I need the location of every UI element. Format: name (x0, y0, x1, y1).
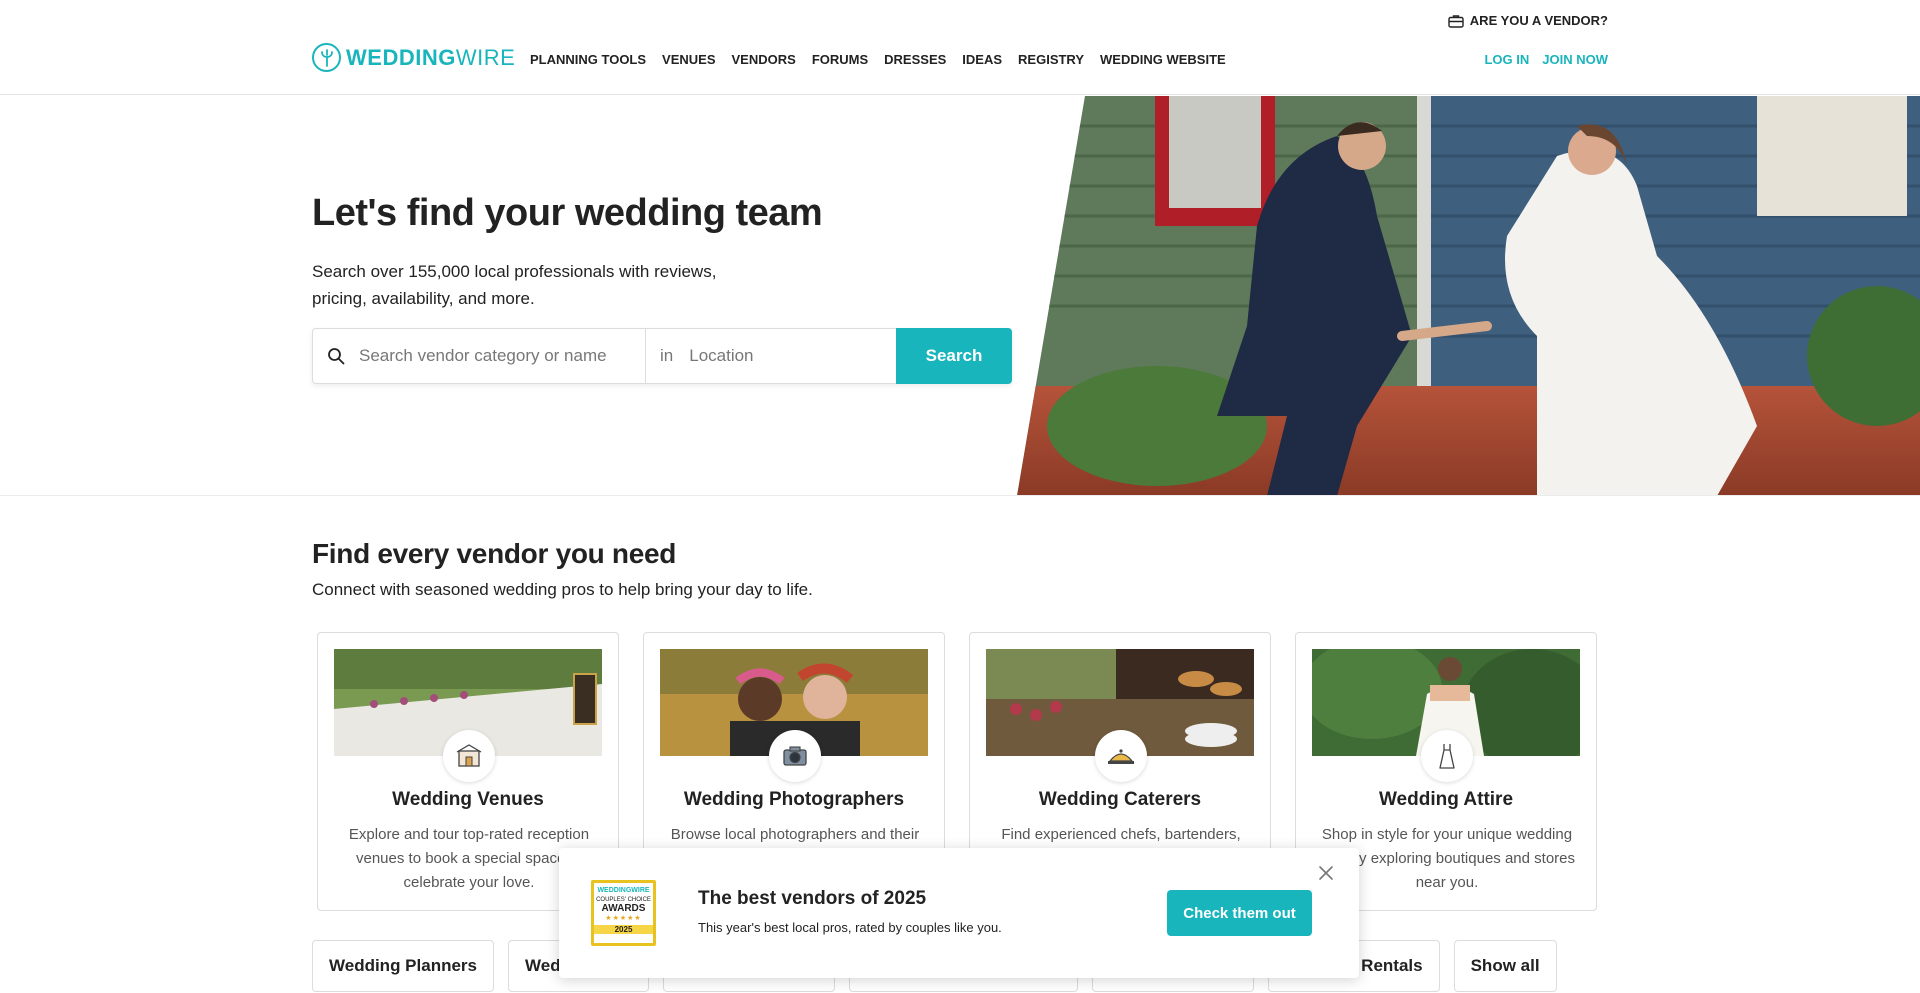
search-icon (328, 348, 345, 365)
nav-registry[interactable]: REGISTRY (1018, 52, 1084, 67)
venue-icon (443, 730, 495, 782)
card-title: Wedding Venues (392, 789, 544, 810)
vendor-link-label: ARE YOU A VENDOR? (1469, 13, 1608, 28)
card-description: Find experienced chefs, bartenders, (1001, 826, 1241, 843)
join-link[interactable]: JOIN NOW (1542, 52, 1608, 67)
in-label: in (660, 346, 674, 365)
nav-wedding-website[interactable]: WEDDING WEBSITE (1100, 52, 1226, 67)
nav-planning-tools[interactable]: PLANNING TOOLS (530, 52, 646, 67)
card-title: Wedding Caterers (1038, 789, 1202, 810)
main-nav: PLANNING TOOLS VENUES VENDORS FORUMS DRE… (530, 52, 1226, 67)
nav-dresses[interactable]: DRESSES (884, 52, 946, 67)
hero: Let's find your wedding team Search over… (0, 96, 1920, 496)
logo[interactable]: WEDDINGWIRE (312, 43, 515, 72)
nav-vendors[interactable]: VENDORS (732, 52, 796, 67)
location-input[interactable] (689, 346, 911, 366)
card-description: Browse local photographers and their (670, 826, 920, 843)
dress-icon (1421, 730, 1473, 782)
awards-popup: WEDDINGWIRE COUPLES' CHOICE AWARDS ★★★★★… (559, 848, 1359, 978)
nav-forums[interactable]: FORUMS (812, 52, 868, 67)
site-header: ARE YOU A VENDOR? WEDDINGWIRE PLANNING T… (0, 0, 1920, 95)
nav-ideas[interactable]: IDEAS (962, 52, 1002, 67)
catering-icon (1095, 730, 1147, 782)
login-link[interactable]: LOG IN (1484, 52, 1529, 67)
search-button[interactable]: Search (896, 328, 1012, 384)
location-search: in (646, 329, 911, 383)
badge-line2: AWARDS (601, 903, 646, 914)
briefcase-icon (1448, 14, 1464, 28)
badge-brand: WEDDINGWIRE (597, 887, 650, 894)
category-input[interactable] (359, 346, 619, 366)
nav-venues[interactable]: VENUES (662, 52, 715, 67)
hero-subtitle: Search over 155,000 local professionals … (312, 262, 717, 308)
category-search (313, 329, 646, 383)
chip-show-all[interactable]: Show all (1453, 940, 1557, 992)
hero-title: Let's find your wedding team (312, 192, 823, 234)
popup-subtitle: This year's best local pros, rated by co… (698, 920, 1002, 935)
vendor-search-bar: in Search (312, 328, 1012, 384)
card-title: Wedding Photographers (683, 789, 905, 810)
auth-links: LOG IN JOIN NOW (1484, 52, 1608, 67)
camera-icon (769, 730, 821, 782)
popup-title: The best vendors of 2025 (698, 888, 927, 909)
check-them-out-button[interactable]: Check them out (1167, 890, 1312, 936)
badge-year: 2025 (594, 925, 653, 934)
close-icon[interactable] (1317, 864, 1335, 882)
logo-icon (312, 43, 341, 72)
section-title: Find every vendor you need (312, 538, 677, 569)
section-subtitle: Connect with seasoned wedding pros to he… (312, 580, 813, 599)
hero-image (1017, 96, 1920, 495)
awards-badge: WEDDINGWIRE COUPLES' CHOICE AWARDS ★★★★★… (591, 880, 656, 946)
stars-icon: ★★★★★ (605, 915, 642, 922)
vendor-link[interactable]: ARE YOU A VENDOR? (1448, 13, 1608, 28)
logo-text: WEDDINGWIRE (346, 44, 516, 70)
chip-wedding-planners[interactable]: Wedding Planners (312, 940, 494, 992)
card-title: Wedding Attire (1378, 789, 1514, 810)
